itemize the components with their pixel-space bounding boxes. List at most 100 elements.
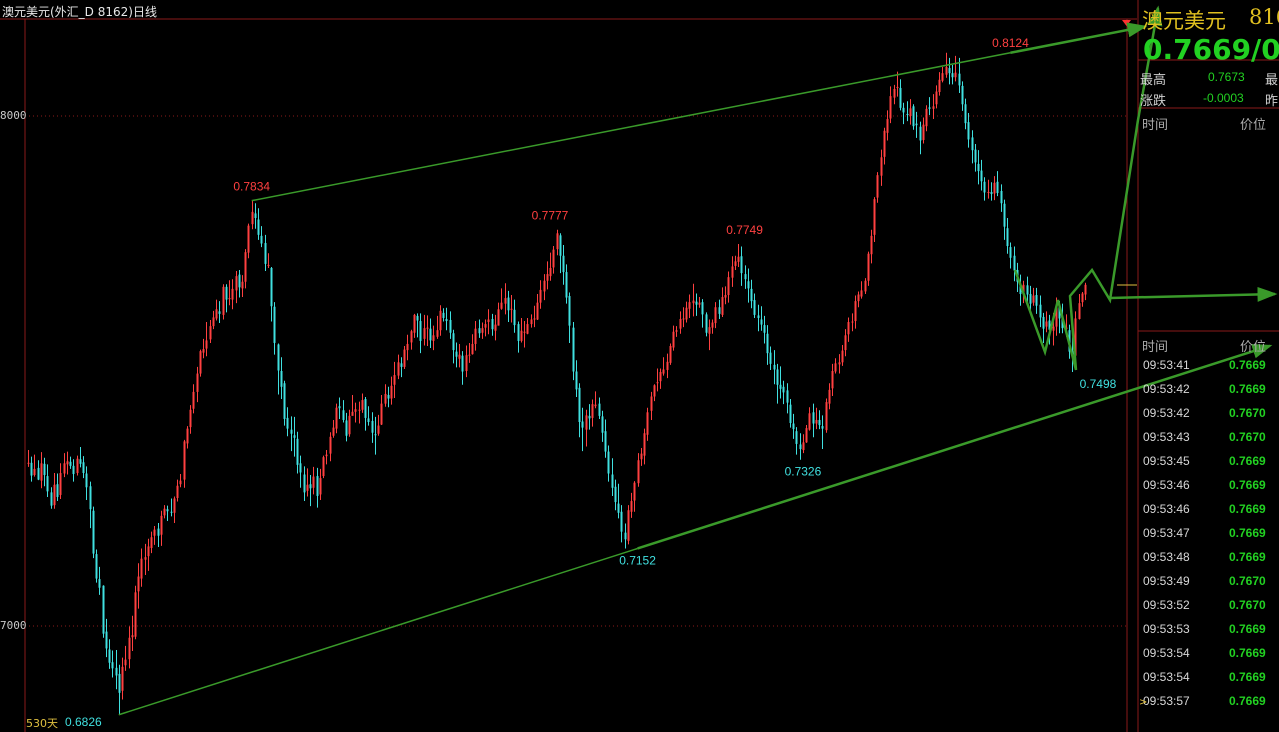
tick-time: 09:53:41 (1143, 358, 1190, 372)
instrument-name: 澳元美元 (1142, 9, 1226, 33)
tick-time: 09:53:47 (1143, 526, 1190, 540)
tick-row[interactable]: 09:53:57 0.7669 (1141, 690, 1279, 714)
candle-body (552, 249, 555, 268)
candle-body (163, 508, 166, 516)
candle-body (688, 302, 691, 309)
candle-body (983, 181, 986, 193)
tick-col-time: 时间 (1142, 340, 1169, 355)
price-annotation-high: 0.7749 (726, 223, 763, 237)
candle-body (568, 296, 571, 326)
tick-row[interactable]: 09:53:45 0.7669 (1141, 450, 1279, 474)
candle-body (458, 354, 461, 359)
candle-body (183, 441, 186, 480)
tick-row[interactable]: 09:53:53 0.7669 (1141, 618, 1279, 642)
candle-body (530, 319, 533, 325)
tick-row[interactable]: 09:53:42 0.7669 (1141, 378, 1279, 402)
candle-body (1009, 247, 1012, 258)
candle-body (50, 492, 53, 506)
candle-body (251, 211, 254, 225)
candle-body (672, 331, 675, 348)
candle-body (971, 137, 974, 151)
candle-body (562, 255, 565, 273)
candle-body (633, 482, 636, 501)
candle-body (66, 461, 69, 465)
candle-body (134, 592, 137, 637)
candle-body (967, 122, 970, 140)
tick-time: 09:53:57 (1143, 694, 1190, 708)
candle-body (124, 659, 127, 666)
candle-body (484, 324, 487, 328)
candle-body (30, 462, 33, 476)
tick-row[interactable]: 09:53:54 0.7669 (1141, 642, 1279, 666)
candle-body (137, 576, 140, 592)
candle-body (565, 272, 568, 298)
candle-body (737, 256, 740, 262)
tick-row[interactable]: 09:53:54 0.7669 (1141, 666, 1279, 690)
candle-body (160, 515, 163, 535)
tick-row[interactable]: 09:53:43 0.7670 (1141, 426, 1279, 450)
candle-body (299, 463, 302, 473)
candle-body (740, 256, 743, 274)
upper-channel-line (251, 52, 1011, 202)
candle-body (72, 465, 75, 475)
candle-body (873, 199, 876, 235)
price-annotation-low: 0.7326 (785, 465, 822, 479)
tick-row[interactable]: 09:53:46 0.7669 (1141, 498, 1279, 522)
tick-row[interactable]: 09:53:42 0.7670 (1141, 402, 1279, 426)
candle-body (539, 289, 542, 303)
candle-body (410, 331, 413, 343)
candle-body (338, 406, 341, 409)
candle-body (533, 318, 536, 320)
candle-body (380, 403, 383, 425)
candle-body (283, 383, 286, 419)
candle-body (1081, 293, 1084, 303)
chart-title: 澳元美元(外汇_D 8162)日线 (2, 5, 157, 19)
candle-body (196, 373, 199, 392)
candle-body (731, 266, 734, 278)
candle-body (880, 157, 883, 176)
tick-col-price: 价位 (1240, 340, 1267, 355)
tick-time: 09:53:53 (1143, 622, 1190, 636)
candle-body (945, 67, 948, 75)
candle-body (919, 126, 922, 141)
candle-body (1039, 304, 1042, 318)
candle-body (757, 315, 760, 318)
candle-body (157, 528, 160, 536)
candle-body (384, 393, 387, 404)
candle-body (734, 261, 737, 266)
candle-body (260, 235, 263, 244)
candle-body (773, 364, 776, 370)
price-annotation-low: 0.7152 (619, 553, 656, 567)
candle-body (494, 324, 497, 331)
candle-body (779, 384, 782, 389)
candle-body (345, 420, 348, 436)
candle-body (209, 326, 212, 340)
tick-row[interactable]: 09:53:48 0.7669 (1141, 546, 1279, 570)
candle-body (397, 362, 400, 376)
instrument-code: 816 (1249, 5, 1279, 29)
candle-body (419, 321, 422, 341)
candle-body (273, 306, 276, 343)
candle-body (708, 327, 711, 334)
candle-body (844, 335, 847, 351)
candle-body (329, 436, 332, 454)
candle-body (371, 420, 374, 433)
high-value: 0.7673 (1208, 70, 1245, 84)
tick-time: 09:53:48 (1143, 550, 1190, 564)
candle-body (212, 317, 215, 327)
candle-body (701, 302, 704, 315)
tick-price: 0.7670 (1229, 598, 1266, 612)
tick-row[interactable]: 09:53:47 0.7669 (1141, 522, 1279, 546)
tick-row[interactable]: 09:53:49 0.7670 (1141, 570, 1279, 594)
candle-body (89, 486, 92, 510)
candlestick-chart[interactable]: 0.7834 0.7777 0.7749 0.8124 0.6826 0.7152 0.73… (0, 0, 1279, 732)
candle-body (351, 411, 354, 416)
tick-row[interactable]: 09:53:46 0.7669 (1141, 474, 1279, 498)
candle-body (390, 385, 393, 399)
candle-body (481, 328, 484, 333)
tick-row[interactable]: 09:53:41 0.7669 (1141, 354, 1279, 378)
candle-body (536, 302, 539, 320)
candle-body (92, 510, 95, 554)
candle-body (685, 307, 688, 320)
tick-row[interactable]: 09:53:52 0.7670 (1141, 594, 1279, 618)
